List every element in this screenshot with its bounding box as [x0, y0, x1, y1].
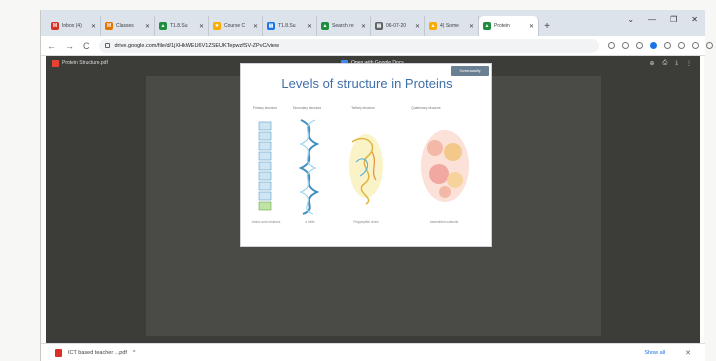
minimize-button[interactable]: —: [648, 15, 656, 24]
column-label-quaternary: Quaternary structure: [411, 106, 441, 110]
column-label-primary: Primary structure: [252, 106, 278, 110]
viewer-actions: ⊕ ⎙ ⤓ ⋮: [650, 60, 693, 67]
file-name: Protein Structure.pdf: [52, 59, 108, 67]
extension-icon[interactable]: [649, 42, 657, 49]
download-item[interactable]: ICT based teacher ...pdf ^: [55, 348, 136, 357]
browser-tab[interactable]: ▤ T1.8.Su ✕: [263, 16, 317, 36]
tab-title: Protein: [494, 23, 510, 29]
forward-button[interactable]: →: [65, 41, 74, 51]
close-tab-icon[interactable]: ✕: [469, 23, 474, 30]
browser-tab[interactable]: ▲ T1.8.Su ✕: [155, 16, 209, 36]
show-all-button[interactable]: Show all: [644, 350, 665, 356]
column-label-tertiary: Tertiary structure: [351, 106, 375, 110]
back-button[interactable]: ←: [47, 41, 56, 51]
add-shortcut-icon[interactable]: ⊕: [650, 60, 655, 67]
tab-favicon-icon: M: [51, 22, 59, 30]
browser-tab[interactable]: ▲ Search re ✕: [317, 16, 371, 36]
tab-favicon-icon: ▲: [321, 22, 329, 30]
tab-strip: M Inbox (4) ✕ M Classes ✕ ▲ T1.8.Su ✕ ★ Course C ✕ ▤…: [41, 10, 705, 36]
close-tab-icon[interactable]: ✕: [145, 23, 150, 30]
reload-button[interactable]: C: [83, 41, 90, 51]
pdf-file-icon: [55, 348, 62, 357]
lock-icon: [104, 43, 110, 48]
tab-title: Course C: [224, 23, 246, 29]
close-tab-icon[interactable]: ✕: [253, 23, 258, 30]
download-options-chevron-icon[interactable]: ^: [133, 350, 136, 356]
new-tab-button[interactable]: +: [539, 16, 555, 36]
print-icon[interactable]: ⎙: [663, 60, 668, 67]
tertiary-structure-illustration: [349, 134, 383, 205]
tab-favicon-icon: ▤: [375, 22, 383, 30]
tab-favicon-icon: ▲: [429, 22, 437, 30]
browser-tab[interactable]: M Classes ✕: [101, 16, 155, 36]
tab-title: T1.8.Su: [170, 23, 188, 29]
close-tab-icon[interactable]: ✕: [307, 23, 312, 30]
browser-tab[interactable]: ▤ 06-07-20 ✕: [371, 16, 425, 36]
close-tab-icon[interactable]: ✕: [199, 23, 204, 30]
browser-tab[interactable]: ★ Course C ✕: [209, 16, 263, 36]
logo-text: Screencastify: [459, 69, 481, 73]
caption-tertiary: Polypeptide chain: [353, 220, 379, 224]
browser-tab[interactable]: M Inbox (4) ✕: [47, 16, 101, 36]
caption-quaternary: Assembled subunits: [429, 220, 459, 224]
caption-primary: Amino acid residues: [251, 220, 281, 224]
toolbar-icons: [607, 42, 713, 49]
close-window-button[interactable]: ✕: [691, 15, 698, 24]
pdf-slide: Screencastify Levels of structure in Pro…: [240, 63, 492, 247]
caption-secondary: α helix: [305, 220, 315, 224]
download-bar: ICT based teacher ...pdf ^ Show all ✕: [41, 343, 705, 361]
quaternary-structure-illustration: [421, 130, 469, 202]
bookmark-star-icon[interactable]: [635, 42, 643, 49]
tab-favicon-icon: M: [105, 22, 113, 30]
download-file-name: ICT based teacher ...pdf: [68, 349, 127, 356]
tab-title: T1.8.Su: [278, 23, 296, 29]
browser-tab[interactable]: ▲ 4) Some ✕: [425, 16, 479, 36]
profile-avatar[interactable]: [691, 42, 699, 49]
tab-title: 06-07-20: [386, 23, 407, 29]
address-bar[interactable]: drive.google.com/file/d/1jXHkWEU6V1ZSEUK…: [98, 38, 599, 53]
browser-tab[interactable]: ▲ Protein ✕: [479, 16, 539, 36]
close-tab-icon[interactable]: ✕: [361, 23, 366, 30]
primary-structure-illustration: [258, 121, 272, 211]
tab-favicon-icon: ▤: [267, 22, 275, 30]
close-download-bar-button[interactable]: ✕: [685, 349, 691, 357]
browser-window: M Inbox (4) ✕ M Classes ✕ ▲ T1.8.Su ✕ ★ Course C ✕ ▤…: [40, 10, 713, 361]
column-label-secondary: Secondary structure: [292, 106, 322, 110]
tab-title: Classes: [116, 23, 134, 29]
screencastify-logo: Screencastify: [451, 66, 489, 76]
more-options-icon[interactable]: ⋮: [686, 60, 692, 67]
tab-title: 4) Some: [440, 23, 459, 29]
close-tab-icon[interactable]: ✕: [415, 23, 420, 30]
tab-search-icon[interactable]: ⌄: [627, 15, 634, 24]
download-icon[interactable]: ⤓: [675, 60, 678, 67]
tab-favicon-icon: ▲: [483, 22, 491, 30]
tab-favicon-icon: ★: [213, 22, 221, 30]
alpha-helix-illustration: [298, 119, 320, 215]
close-tab-icon[interactable]: ✕: [529, 23, 534, 30]
extensions-puzzle-icon[interactable]: [663, 42, 671, 49]
window-controls: ⌄ — ❐ ✕: [627, 15, 698, 24]
slide-title: Levels of structure in Proteins: [281, 76, 453, 91]
zoom-icon[interactable]: [607, 42, 615, 49]
pdf-icon: [52, 59, 59, 67]
tab-favicon-icon: ▲: [159, 22, 167, 30]
sidebar-icon[interactable]: [677, 42, 685, 49]
url-text: drive.google.com/file/d/1jXHkWEU6V1ZSEUK…: [114, 42, 279, 49]
tab-title: Search re: [332, 23, 354, 29]
tab-title: Inbox (4): [62, 23, 82, 29]
download-bar-actions: Show all ✕: [644, 349, 691, 357]
browser-menu-icon[interactable]: [705, 42, 713, 49]
share-icon[interactable]: [621, 42, 629, 49]
close-tab-icon[interactable]: ✕: [91, 23, 96, 30]
browser-toolbar: ← → C drive.google.com/file/d/1jXHkWEU6V…: [41, 36, 713, 56]
restore-button[interactable]: ❐: [670, 15, 677, 24]
file-name-label: Protein Structure.pdf: [62, 60, 108, 66]
